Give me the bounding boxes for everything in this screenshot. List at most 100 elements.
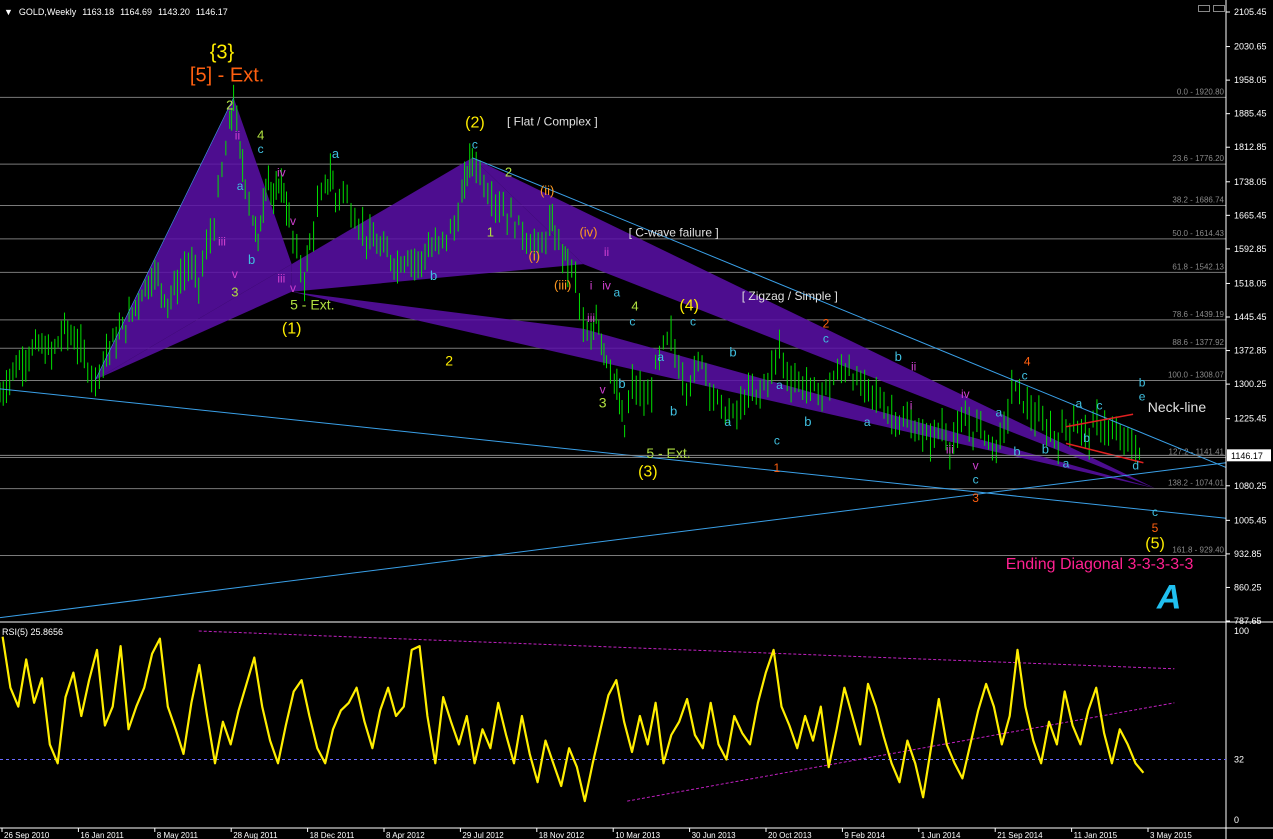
fib-level-label: 38.2 - 1686.74 bbox=[1172, 196, 1224, 205]
wave-label: v bbox=[290, 214, 296, 228]
wave-label: c bbox=[472, 138, 478, 152]
wave-label: a bbox=[332, 146, 340, 161]
rsi-tick-label: 32 bbox=[1234, 755, 1244, 765]
date-tick-label: 16 Jan 2011 bbox=[80, 831, 124, 839]
wave-label: c bbox=[629, 315, 635, 329]
date-tick-label: 11 Jan 2015 bbox=[1074, 831, 1118, 839]
logo-icon: A bbox=[1156, 578, 1182, 616]
wedge-fills bbox=[95, 97, 1156, 489]
wave-label: d bbox=[1132, 459, 1139, 473]
wave-label: Ending Diagonal 3-3-3-3-3 bbox=[1006, 556, 1194, 573]
price-tick-label: 1005.45 bbox=[1234, 515, 1267, 525]
wave-label: a bbox=[996, 406, 1003, 420]
wave-label: b bbox=[1013, 444, 1020, 459]
price-tick-label: 1445.45 bbox=[1234, 312, 1267, 322]
price-axis: 2105.45 2030.65 1958.05 1885.45 1812.85 1738.… bbox=[0, 0, 1273, 839]
wave-label: a bbox=[864, 415, 871, 429]
wave-label: [ Flat / Complex ] bbox=[507, 114, 598, 128]
date-tick-label: 30 Jun 2013 bbox=[692, 831, 737, 839]
wave-label: (ii) bbox=[540, 183, 554, 198]
gold-weekly-chart[interactable]: 0.0 - 1920.80 23.6 - 1776.20 38.2 - 1686.7… bbox=[0, 0, 1273, 839]
wave-label: ii bbox=[604, 245, 609, 259]
wave-labels: {3}[5] - Ext.24ciiivaiiibv3iiivv5 - Ext.… bbox=[190, 41, 1206, 616]
wave-label: b bbox=[248, 252, 255, 267]
wave-label: 5 - Ext. bbox=[290, 296, 334, 312]
wave-label: [ Zigzag / Simple ] bbox=[742, 289, 838, 303]
price-tick-label: 2105.45 bbox=[1234, 7, 1267, 17]
price-tick-label: 1958.05 bbox=[1234, 75, 1267, 85]
date-axis: 26 Sep 2010 16 Jan 2011 8 May 2011 28 Aug 2… bbox=[1, 828, 1192, 839]
rising-support-line bbox=[0, 462, 1227, 619]
wave-label: (1) bbox=[282, 320, 302, 337]
wave-label: 4 bbox=[631, 298, 638, 313]
wave-label: 5 - Ext. bbox=[646, 445, 690, 461]
date-tick-label: 26 Sep 2010 bbox=[4, 831, 50, 839]
wave-label: b bbox=[670, 404, 677, 419]
date-tick-label: 10 Mar 2013 bbox=[615, 831, 660, 839]
date-tick-label: 9 Feb 2014 bbox=[844, 831, 885, 839]
wave-label: 4 bbox=[257, 127, 264, 142]
price-tick-label: 932.85 bbox=[1234, 549, 1262, 559]
rsi-panel: 100 32 0 bbox=[0, 626, 1249, 825]
wave-label: 2 bbox=[445, 353, 453, 369]
wave-label: ii bbox=[911, 359, 916, 373]
wave-label: ii bbox=[235, 128, 240, 142]
wave-label: [5] - Ext. bbox=[190, 65, 264, 87]
wave-label: iv bbox=[602, 278, 611, 292]
rsi-tick-label: 100 bbox=[1234, 626, 1249, 636]
wave-label: iii bbox=[946, 443, 954, 457]
wave-label: 4 bbox=[1024, 355, 1031, 369]
wave-label: a bbox=[237, 179, 244, 193]
fib-level-label: 138.2 - 1074.01 bbox=[1168, 479, 1225, 488]
wave-label: c bbox=[690, 315, 696, 329]
wave-label: b bbox=[618, 376, 625, 391]
wave-label: (4) bbox=[679, 297, 699, 314]
wave-label: (i) bbox=[529, 248, 541, 263]
wave-label: a bbox=[614, 285, 621, 299]
fib-level-label: 88.6 - 1377.92 bbox=[1172, 338, 1224, 347]
wave-label: 5 bbox=[1152, 521, 1159, 535]
date-tick-label: 1 Jun 2014 bbox=[921, 831, 961, 839]
date-tick-label: 18 Dec 2011 bbox=[310, 831, 355, 839]
wave-label: iv bbox=[277, 165, 286, 179]
fib-level-label: 50.0 - 1614.43 bbox=[1172, 229, 1224, 238]
fib-level-label: 78.6 - 1439.19 bbox=[1172, 310, 1224, 319]
fib-level-label: 61.8 - 1542.13 bbox=[1172, 262, 1224, 271]
date-tick-label: 29 Jul 2012 bbox=[462, 831, 504, 839]
wave-label: a bbox=[1076, 396, 1083, 410]
wave-label: [ C-wave failure ] bbox=[629, 225, 719, 239]
price-tick-label: 1225.45 bbox=[1234, 414, 1267, 424]
upper-channel-line bbox=[472, 157, 1227, 468]
wave-label: c bbox=[973, 473, 979, 487]
fib-level-label: 0.0 - 1920.80 bbox=[1177, 87, 1225, 96]
price-tick-label: 1300.25 bbox=[1234, 379, 1267, 389]
wave-label: (iv) bbox=[579, 224, 597, 239]
wave-label: (3) bbox=[638, 464, 658, 481]
wave-label: 1 bbox=[774, 461, 781, 475]
wave-label: c bbox=[823, 332, 829, 346]
wave-label: b bbox=[1139, 376, 1146, 390]
date-tick-label: 21 Sep 2014 bbox=[997, 831, 1043, 839]
rsi-header: RSI(5) 25.8656 bbox=[2, 627, 64, 637]
fib-level-label: 161.8 - 929.40 bbox=[1172, 545, 1224, 554]
wave-label: v bbox=[232, 267, 238, 281]
wave-label: 3 bbox=[599, 394, 607, 410]
current-price-label: 1146.17 bbox=[1231, 451, 1263, 461]
price-tick-label: 1812.85 bbox=[1234, 142, 1267, 152]
rsi-tick-label: 0 bbox=[1234, 815, 1239, 825]
wave-label: iv bbox=[961, 387, 970, 401]
wave-label: a bbox=[657, 350, 664, 364]
wave-label: b bbox=[430, 268, 437, 283]
wedge-wave-2 bbox=[291, 157, 584, 292]
price-tick-label: 787.65 bbox=[1234, 616, 1262, 626]
price-tick-label: 2030.65 bbox=[1234, 42, 1267, 52]
price-tick-label: 1080.25 bbox=[1234, 481, 1267, 491]
rsi-trend-upper bbox=[198, 630, 1175, 670]
wave-label: c bbox=[1152, 505, 1158, 519]
wave-label: iii bbox=[277, 272, 285, 286]
price-tick-label: 860.25 bbox=[1234, 582, 1262, 592]
wave-label: i bbox=[590, 278, 593, 292]
price-tick-label: 1738.05 bbox=[1234, 177, 1267, 187]
wave-label: v bbox=[973, 459, 979, 473]
wave-label: b bbox=[804, 414, 811, 429]
